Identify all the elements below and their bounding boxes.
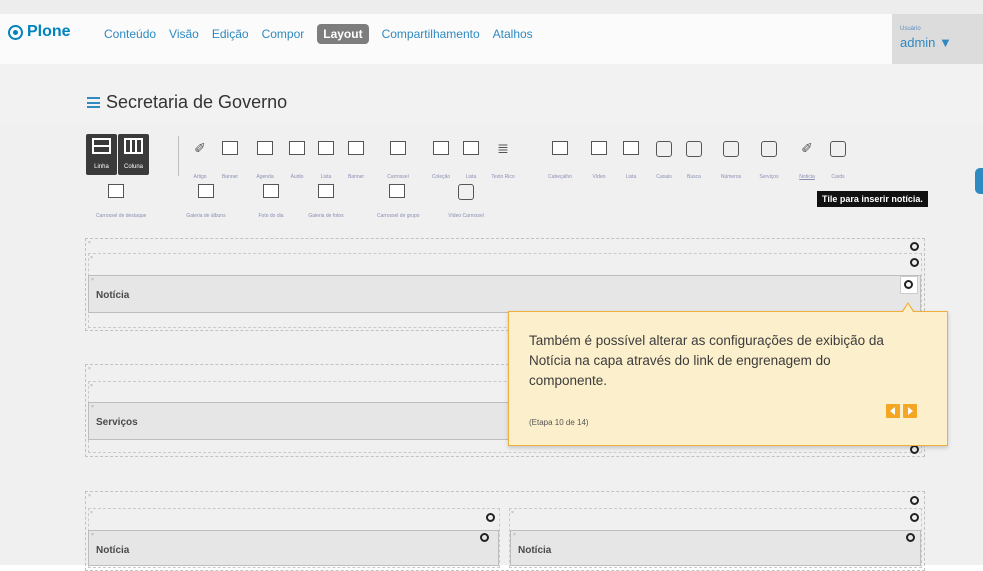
article-icon: ✐ xyxy=(194,140,206,156)
tile-settings-gear-icon-left[interactable] xyxy=(480,533,489,542)
side-panel-tab[interactable] xyxy=(975,168,983,194)
tour-step: (Etapa 10 de 14) xyxy=(529,418,589,427)
column-settings-gear-icon[interactable] xyxy=(910,258,919,267)
column-settings-gear-icon-3b[interactable] xyxy=(910,513,919,522)
row-settings-gear-icon-3[interactable] xyxy=(910,496,919,505)
row-settings-gear-icon[interactable] xyxy=(910,242,919,251)
tile-title: Serviços xyxy=(96,417,138,428)
tile-noticia-top[interactable]: × Notícia xyxy=(88,275,921,313)
cards-icon xyxy=(830,141,846,157)
plone-logo[interactable]: Plone xyxy=(8,23,71,41)
tile-settings-highlight[interactable] xyxy=(900,276,918,294)
tile-noticia-left[interactable]: × Notícia xyxy=(88,530,499,566)
group-carousel-icon xyxy=(389,184,405,198)
row-handle-2[interactable]: × xyxy=(88,366,91,372)
page: Plone Conteúdo Visão Edição Compor Layou… xyxy=(0,0,983,571)
album-gallery-icon xyxy=(198,184,214,198)
video-list-icon xyxy=(623,141,639,155)
tile-title: Notícia xyxy=(96,290,130,301)
rich-text-icon: ≣ xyxy=(497,140,509,156)
column-icon xyxy=(124,138,143,154)
column-settings-gear-icon-3a[interactable] xyxy=(486,513,495,522)
add-column-label: Coluna xyxy=(123,164,143,170)
banner-icon xyxy=(222,141,238,155)
tour-popup: Também é possível alterar as configuraçõ… xyxy=(508,311,948,446)
banner-image-icon xyxy=(348,141,364,155)
column-settings-gear-icon-2[interactable] xyxy=(910,445,919,454)
menu-edicao[interactable]: Edição xyxy=(212,27,249,41)
menu-conteudo[interactable]: Conteúdo xyxy=(104,27,156,41)
hamburger-icon[interactable] xyxy=(87,97,100,108)
menu-layout[interactable]: Layout xyxy=(317,24,369,44)
menu-visao[interactable]: Visão xyxy=(169,27,199,41)
tile-title: Notícia xyxy=(518,545,552,556)
row-handle[interactable]: × xyxy=(88,240,91,246)
add-row-button[interactable]: Linha xyxy=(86,134,117,175)
video-carousel-icon xyxy=(458,184,474,200)
header-icon xyxy=(552,141,568,155)
video-icon xyxy=(591,141,607,155)
add-row-label: Linha xyxy=(94,164,109,170)
services-icon xyxy=(761,141,777,157)
chevron-left-icon xyxy=(890,407,895,415)
chevron-right-icon xyxy=(908,407,913,415)
tour-next-button[interactable] xyxy=(903,404,917,418)
tile-settings-gear-icon-right[interactable] xyxy=(906,533,915,542)
menu-compartilhamento[interactable]: Compartilhamento xyxy=(382,27,480,41)
tile-hover-tooltip: Tile para inserir notícia. xyxy=(817,191,928,207)
tour-text: Também é possível alterar as configuraçõ… xyxy=(529,333,884,388)
tour-prev-button[interactable] xyxy=(886,404,900,418)
collection-icon xyxy=(433,141,449,155)
list-grid-icon xyxy=(463,141,479,155)
audio-icon xyxy=(289,141,305,155)
row-icon xyxy=(92,138,111,154)
plone-logo-icon xyxy=(8,24,23,40)
search-icon xyxy=(686,141,702,157)
highlight-carousel-icon xyxy=(108,184,124,198)
column-handle[interactable]: × xyxy=(90,255,93,261)
menu-atalhos[interactable]: Atalhos xyxy=(493,27,533,41)
user-label: Usuário xyxy=(900,26,921,32)
plone-logo-text: Plone xyxy=(27,23,71,40)
tile-title: Notícia xyxy=(96,545,130,556)
tile-noticia-right[interactable]: × Notícia xyxy=(510,530,921,566)
tour-popup-arrow-inner xyxy=(903,304,913,312)
numbers-icon xyxy=(723,141,739,157)
column-handle-2[interactable]: × xyxy=(90,383,93,389)
carousel-icon xyxy=(390,141,406,155)
toolbar-separator xyxy=(178,136,179,176)
add-column-button[interactable]: Coluna xyxy=(118,134,149,175)
row-handle-3[interactable]: × xyxy=(88,493,91,499)
news-icon: ✐ xyxy=(801,140,813,156)
tile-settings-gear-icon[interactable] xyxy=(904,280,913,289)
user-name[interactable]: admin ▼ xyxy=(900,35,952,50)
photo-of-day-icon xyxy=(263,184,279,198)
menu-compor[interactable]: Compor xyxy=(262,27,305,41)
page-title: Secretaria de Governo xyxy=(106,92,288,112)
list-icon xyxy=(318,141,334,155)
user-menu[interactable]: Usuário admin ▼ xyxy=(892,14,983,64)
calendar-icon xyxy=(257,141,273,155)
photo-gallery-icon xyxy=(318,184,334,198)
page-title-wrap: Secretaria de Governo xyxy=(87,92,287,113)
main-menu: Conteúdo Visão Edição Compor Layout Comp… xyxy=(104,24,533,44)
channels-icon xyxy=(656,141,672,157)
